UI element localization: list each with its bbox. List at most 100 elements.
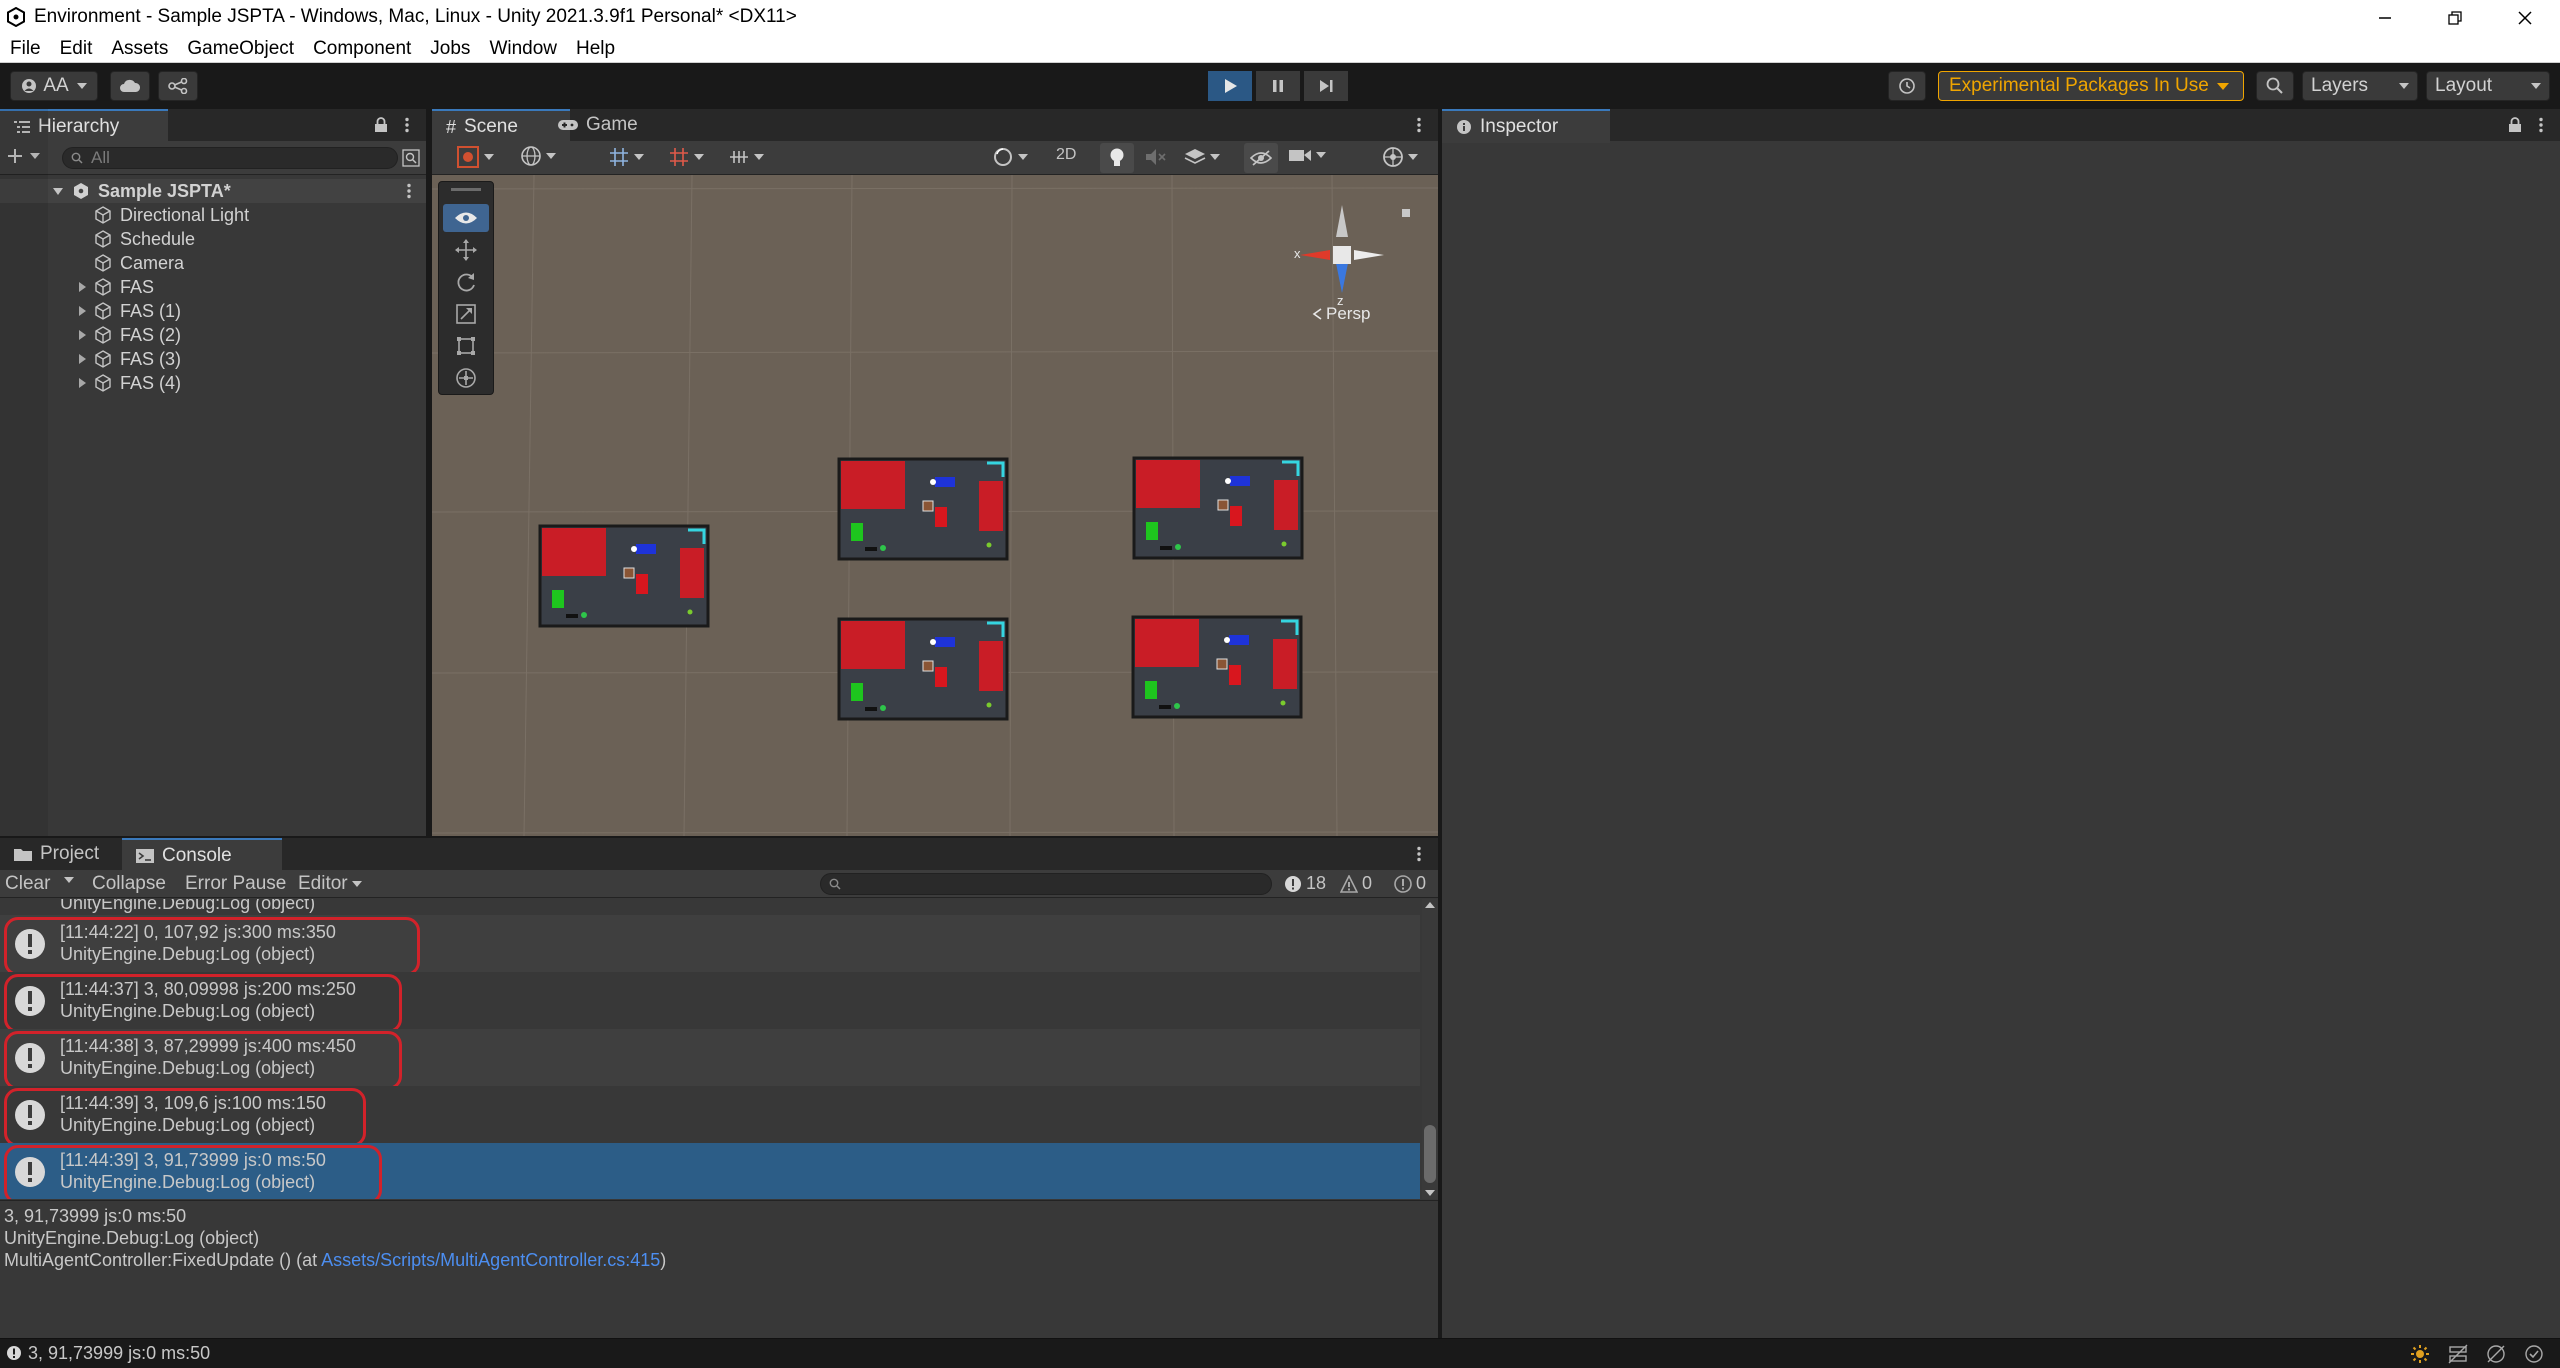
console-log-row[interactable]: [11:44:39] 3, 91,73999 js:0 ms:50 UnityEn… [0, 1143, 1420, 1199]
console-log-row[interactable]: [11:44:39] 3, 109,6 js:100 ms:150 UnityEn… [0, 1086, 1420, 1147]
console-log-row[interactable]: [11:44:22] 0, 107,92 js:300 ms:350 UnityE… [0, 915, 1420, 976]
more-options-icon[interactable] [404, 117, 410, 133]
console-search-field[interactable] [820, 873, 1272, 895]
menu-gameobject[interactable]: GameObject [187, 38, 294, 60]
scroll-down-icon[interactable] [1425, 1189, 1435, 1197]
menu-window[interactable]: Window [489, 38, 557, 60]
check-status-icon[interactable] [2524, 1344, 2544, 1364]
hierarchy-item[interactable]: FAS (3) [0, 347, 426, 371]
more-options-icon[interactable] [1416, 846, 1422, 862]
clear-options-dropdown[interactable] [64, 876, 74, 884]
scrollbar-thumb[interactable] [1424, 1125, 1436, 1183]
console-scrollbar[interactable] [1422, 899, 1438, 1199]
menu-component[interactable]: Component [313, 38, 411, 60]
scene-camera-dropdown[interactable] [1288, 147, 1326, 163]
scene-search-icon[interactable] [402, 149, 420, 167]
pause-button[interactable] [1256, 71, 1300, 101]
layout-dropdown[interactable]: Layout [2426, 71, 2550, 101]
hierarchy-item[interactable]: FAS (2) [0, 323, 426, 347]
layers-dropdown[interactable]: Layers [2302, 71, 2418, 101]
grid-snapping-dropdown[interactable] [608, 146, 644, 168]
more-options-icon[interactable] [1416, 117, 1422, 133]
tab-console[interactable]: Console [122, 838, 282, 872]
play-button[interactable] [1208, 71, 1252, 101]
menu-file[interactable]: File [10, 38, 41, 60]
console-log-row[interactable]: [11:44:38] 3, 87,29999 js:400 ms:450 Unit… [0, 1029, 1420, 1090]
expand-arrow-icon[interactable] [76, 353, 88, 365]
progress-spinner-icon[interactable] [2410, 1344, 2430, 1364]
more-options-icon[interactable] [2538, 117, 2544, 133]
lock-icon[interactable] [2508, 117, 2522, 133]
more-options-icon[interactable] [406, 183, 412, 199]
tab-inspector[interactable]: Inspector [1442, 109, 1610, 143]
search-button[interactable] [2256, 71, 2294, 101]
rotate-tool-button[interactable] [443, 268, 489, 296]
expand-arrow-icon[interactable] [76, 377, 88, 389]
menu-assets[interactable]: Assets [111, 38, 168, 60]
transform-tool-button[interactable] [443, 364, 489, 392]
increment-snapping-dropdown[interactable] [668, 146, 704, 168]
clear-button[interactable]: Clear [5, 873, 50, 895]
collab-button[interactable] [158, 71, 198, 101]
cache-server-icon[interactable] [2448, 1344, 2468, 1364]
cloud-button[interactable] [110, 71, 150, 101]
restore-button[interactable] [2420, 0, 2490, 35]
menu-help[interactable]: Help [576, 38, 615, 60]
shading-mode-dropdown[interactable] [992, 146, 1028, 168]
orientation-gizmo[interactable]: x z Persp [1292, 205, 1392, 323]
experimental-packages-button[interactable]: Experimental Packages In Use [1938, 71, 2244, 101]
projection-toggle[interactable]: Persp [1312, 304, 1370, 324]
network-off-icon[interactable] [2486, 1344, 2506, 1364]
close-window-button[interactable] [2490, 0, 2560, 35]
step-button[interactable] [1304, 71, 1348, 101]
expand-arrow-icon[interactable] [76, 305, 88, 317]
console-detail-area[interactable]: 3, 91,73999 js:0 ms:50 UnityEngine.Debug… [0, 1200, 1438, 1338]
console-log-row[interactable]: [11:44:37] 3, 80,09998 js:200 ms:250 Unit… [0, 972, 1420, 1033]
log-count-toggle[interactable]: 18 [1284, 873, 1326, 894]
snap-settings-dropdown[interactable] [728, 146, 764, 168]
scroll-up-icon[interactable] [1425, 901, 1435, 909]
gizmos-dropdown[interactable] [1382, 146, 1418, 168]
minimize-button[interactable] [2350, 0, 2420, 35]
hierarchy-item[interactable]: FAS (4) [0, 371, 426, 395]
hidden-objects-toggle[interactable] [1244, 143, 1278, 173]
tab-game[interactable]: Game [544, 109, 652, 141]
view-tool-button[interactable] [443, 204, 489, 232]
status-message[interactable]: 3, 91,73999 js:0 ms:50 [28, 1343, 210, 1364]
hierarchy-scene-root[interactable]: Sample JSPTA* [0, 179, 426, 203]
error-count-toggle[interactable]: 0 [1394, 873, 1426, 894]
global-toggle-dropdown[interactable] [520, 145, 556, 167]
lock-icon[interactable] [374, 117, 388, 133]
scale-tool-button[interactable] [443, 300, 489, 328]
hierarchy-search-field[interactable]: All [62, 147, 398, 169]
effects-dropdown[interactable] [1184, 147, 1220, 167]
history-button[interactable] [1888, 71, 1926, 101]
hierarchy-item[interactable]: FAS [0, 275, 426, 299]
error-pause-button[interactable]: Error Pause [185, 873, 286, 895]
palette-grip[interactable] [451, 188, 481, 191]
collapse-button[interactable]: Collapse [92, 873, 166, 895]
2d-toggle-button[interactable]: 2D [1056, 146, 1076, 164]
menu-edit[interactable]: Edit [60, 38, 93, 60]
rect-tool-button[interactable] [443, 332, 489, 360]
expand-arrow-icon[interactable] [76, 329, 88, 341]
menu-jobs[interactable]: Jobs [430, 38, 470, 60]
move-tool-button[interactable] [443, 236, 489, 264]
partial-log-row[interactable]: UnityEngine.Debug:Log (object) [60, 899, 315, 914]
tab-hierarchy[interactable]: Hierarchy [0, 109, 168, 143]
editor-dropdown[interactable]: Editor [298, 873, 362, 895]
hierarchy-item[interactable]: Directional Light [0, 203, 426, 227]
warning-count-toggle[interactable]: 0 [1340, 873, 1372, 894]
hierarchy-item[interactable]: Schedule [0, 227, 426, 251]
tab-project[interactable]: Project [0, 838, 113, 870]
hierarchy-item[interactable]: FAS (1) [0, 299, 426, 323]
create-button[interactable] [6, 147, 40, 165]
scene-viewport[interactable]: x z Persp [432, 175, 1438, 836]
gizmo-lock-handle[interactable] [1402, 209, 1410, 217]
account-dropdown[interactable]: AA [10, 71, 98, 101]
script-link[interactable]: Assets/Scripts/MultiAgentController.cs:4… [321, 1250, 660, 1270]
expand-arrow-icon[interactable] [76, 281, 88, 293]
draw-mode-dropdown[interactable] [456, 145, 494, 169]
lighting-toggle-button[interactable] [1100, 143, 1134, 173]
expand-arrow-icon[interactable] [52, 185, 64, 197]
